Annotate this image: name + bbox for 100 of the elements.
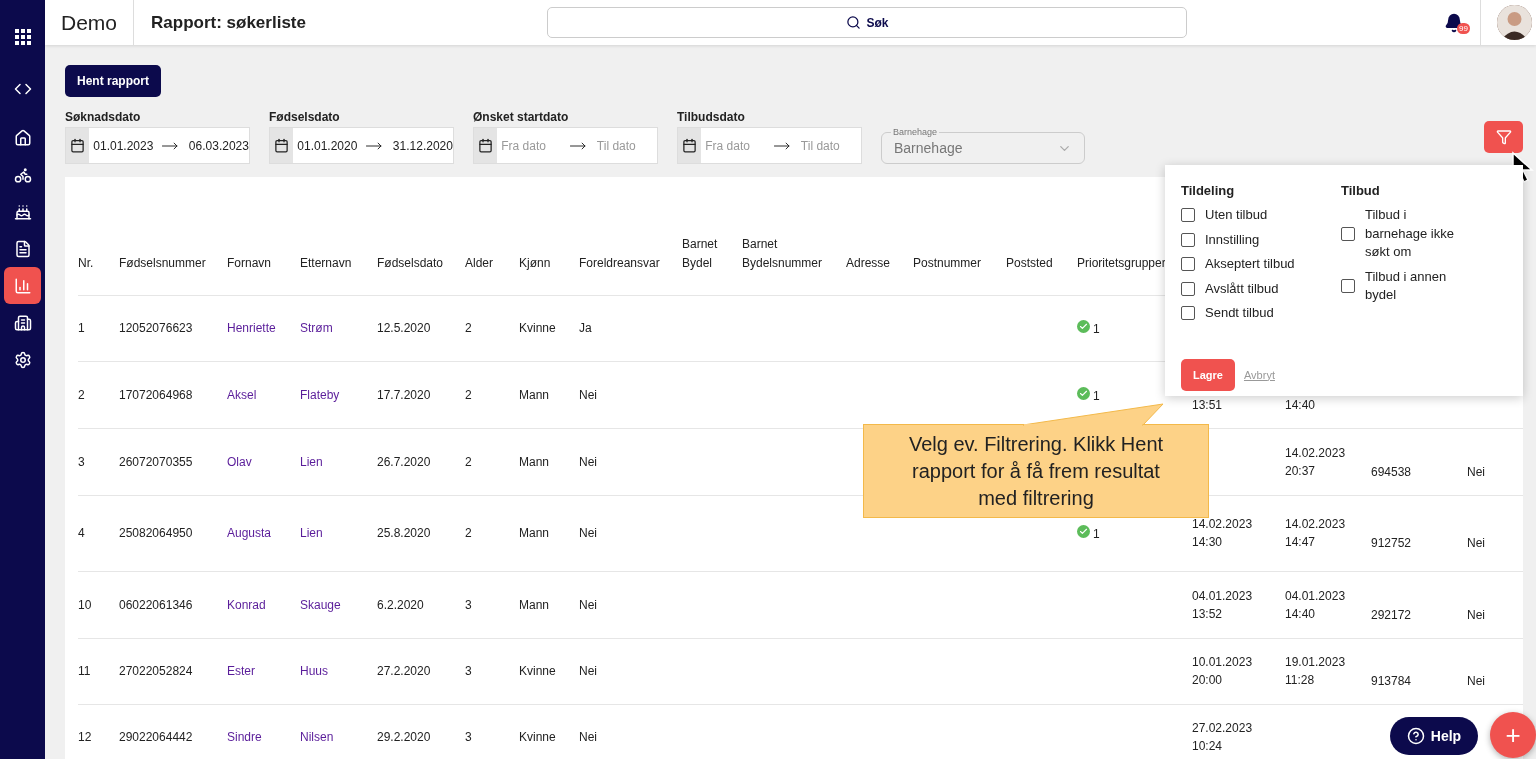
checkbox[interactable] [1181, 306, 1195, 321]
name-link[interactable]: Aksel [227, 387, 257, 402]
avatar[interactable] [1497, 5, 1532, 40]
calendar-icon [274, 138, 290, 153]
table-cell-text: Nei [579, 729, 597, 746]
table-cell-text: 06022061346 [119, 596, 193, 614]
table-cell-text: 12052076623 [119, 320, 193, 337]
name-link[interactable]: Huus [300, 664, 328, 678]
checkbox[interactable] [1181, 232, 1195, 247]
name-link[interactable]: Henriette [227, 321, 276, 335]
column-header: Kjønn [519, 255, 551, 270]
table-cell-text: 27022052824 [119, 663, 193, 680]
column-header: Alder [465, 255, 493, 270]
callout-text: Velg ev. Filtrering. Klikk Hent rapport for å få frem resultat med filtrering [907, 431, 1165, 511]
table-cell-text: 29.2.2020 [377, 729, 431, 746]
notification-count: 99 [1457, 23, 1470, 34]
table-cell-text: 3 [78, 453, 85, 471]
checkbox[interactable] [1181, 281, 1195, 296]
check-circle-icon [1077, 525, 1090, 538]
table-cell-text: 6.2.2020 [377, 596, 424, 614]
filter-button[interactable] [1484, 121, 1523, 153]
date-placeholder: Fra dato [500, 138, 547, 153]
checkbox[interactable] [1181, 257, 1195, 272]
name-link[interactable]: Lien [300, 454, 323, 469]
name-link[interactable]: Skauge [300, 597, 341, 612]
table-cell-text: Mann [519, 596, 550, 614]
table-cell-text: 13:51 [1192, 396, 1223, 414]
checkbox[interactable] [1181, 208, 1195, 223]
name-link[interactable]: Nilsen [300, 730, 334, 744]
table-cell-text: 1 [78, 320, 85, 337]
column-header: Fødselsdato [377, 255, 444, 270]
column-header: Fødselsnummer [119, 255, 206, 270]
table-cell-text: Nei [1467, 535, 1485, 552]
table-cell-text: 26.7.2020 [377, 453, 431, 471]
check-circle-icon [1077, 386, 1090, 400]
date-value: 31.12.2020 [391, 138, 453, 153]
priority-value: 1 [1093, 527, 1100, 541]
table-cell-text: Mann [519, 453, 550, 471]
help-button[interactable]: Help [1390, 717, 1478, 755]
name-link[interactable]: Ester [227, 664, 255, 678]
date-range-field[interactable]: 01.01.2020 31.12.2020 [269, 127, 454, 164]
name-link[interactable]: Flateby [300, 387, 340, 402]
checkbox[interactable] [1341, 226, 1355, 241]
name-link[interactable]: Konrad [227, 597, 266, 612]
filter-label: Tilbudsdato [677, 110, 746, 124]
table-cell-text: 912752 [1371, 535, 1412, 552]
priority-value: 1 [1093, 388, 1100, 403]
fetch-report-button[interactable]: Hent rapport [65, 65, 161, 97]
table-cell-text: Mann [519, 386, 550, 404]
name-link[interactable]: Sindre [227, 730, 262, 744]
search-field[interactable]: Søk [547, 7, 1188, 38]
checkbox[interactable] [1341, 279, 1355, 293]
table-cell-text: Kvinne [519, 663, 556, 680]
table-cell-text: 29022064442 [119, 729, 193, 746]
table-cell-text: 14.02.2023 20:37 [1285, 444, 1346, 480]
table-cell-text: 2 [465, 453, 472, 471]
table-cell-text: 2 [465, 386, 472, 404]
column-header: Fornavn [227, 255, 272, 270]
filter-label: Ønsket startdato [473, 110, 570, 124]
checkbox-label: Avslått tilbud [1205, 279, 1280, 298]
table-cell-text: 10.01.2023 20:00 [1192, 654, 1253, 689]
date-value: 01.01.2023 [92, 138, 154, 153]
check-circle-icon [1077, 320, 1090, 333]
table-cell-text: 19.01.2023 11:28 [1285, 654, 1346, 689]
table-cell-text: 2 [78, 386, 85, 404]
column-header: Nr. [78, 255, 94, 270]
filter-label: Fødselsdato [269, 110, 341, 124]
table-cell-text: 17.7.2020 [377, 386, 431, 404]
name-link[interactable]: Strøm [300, 321, 333, 335]
checkbox-label: Sendt tilbud [1205, 304, 1275, 322]
name-link[interactable]: Olav [227, 454, 252, 469]
table-cell-text: 17072064968 [119, 386, 193, 404]
table-cell-text: 2 [465, 525, 472, 542]
name-link[interactable]: Augusta [227, 526, 272, 540]
name-link[interactable]: Lien [300, 526, 323, 540]
table-cell-text: Nei [1467, 673, 1485, 690]
table-cell-text: Nei [579, 663, 597, 680]
calendar-icon [478, 138, 494, 153]
checkbox-label: Tilbud i barnehage ikke søkt om [1365, 206, 1455, 261]
search-icon [845, 15, 861, 30]
table-cell-text: 25082064950 [119, 525, 193, 542]
table-cell-text: Nei [1467, 606, 1485, 624]
home-icon [13, 128, 32, 147]
bar-chart-icon [13, 276, 32, 295]
column-header: Barnet Bydel [682, 236, 718, 270]
table-cell-text: Ja [579, 320, 592, 337]
table-cell-text: 04.01.2023 13:52 [1192, 587, 1253, 623]
page-title: Rapport: søkerliste [151, 12, 307, 33]
filter-group-title: Tildeling [1181, 183, 1236, 198]
table-cell-text: 12 [78, 729, 92, 746]
checkbox-label: Akseptert tilbud [1205, 255, 1296, 273]
table-cell-text: 14.02.2023 14:30 [1192, 516, 1253, 551]
table-cell-text: 3 [465, 729, 472, 746]
date-value: 06.03.2023 [187, 138, 249, 153]
date-range-field[interactable]: 01.01.2023 06.03.2023 [65, 127, 250, 164]
sidebar-item[interactable] [4, 267, 41, 304]
date-placeholder: Til dato [595, 138, 637, 153]
filter-icon [1495, 129, 1512, 145]
table-cell-text: Mann [519, 525, 550, 542]
table-cell-text: 26072070355 [119, 453, 193, 471]
